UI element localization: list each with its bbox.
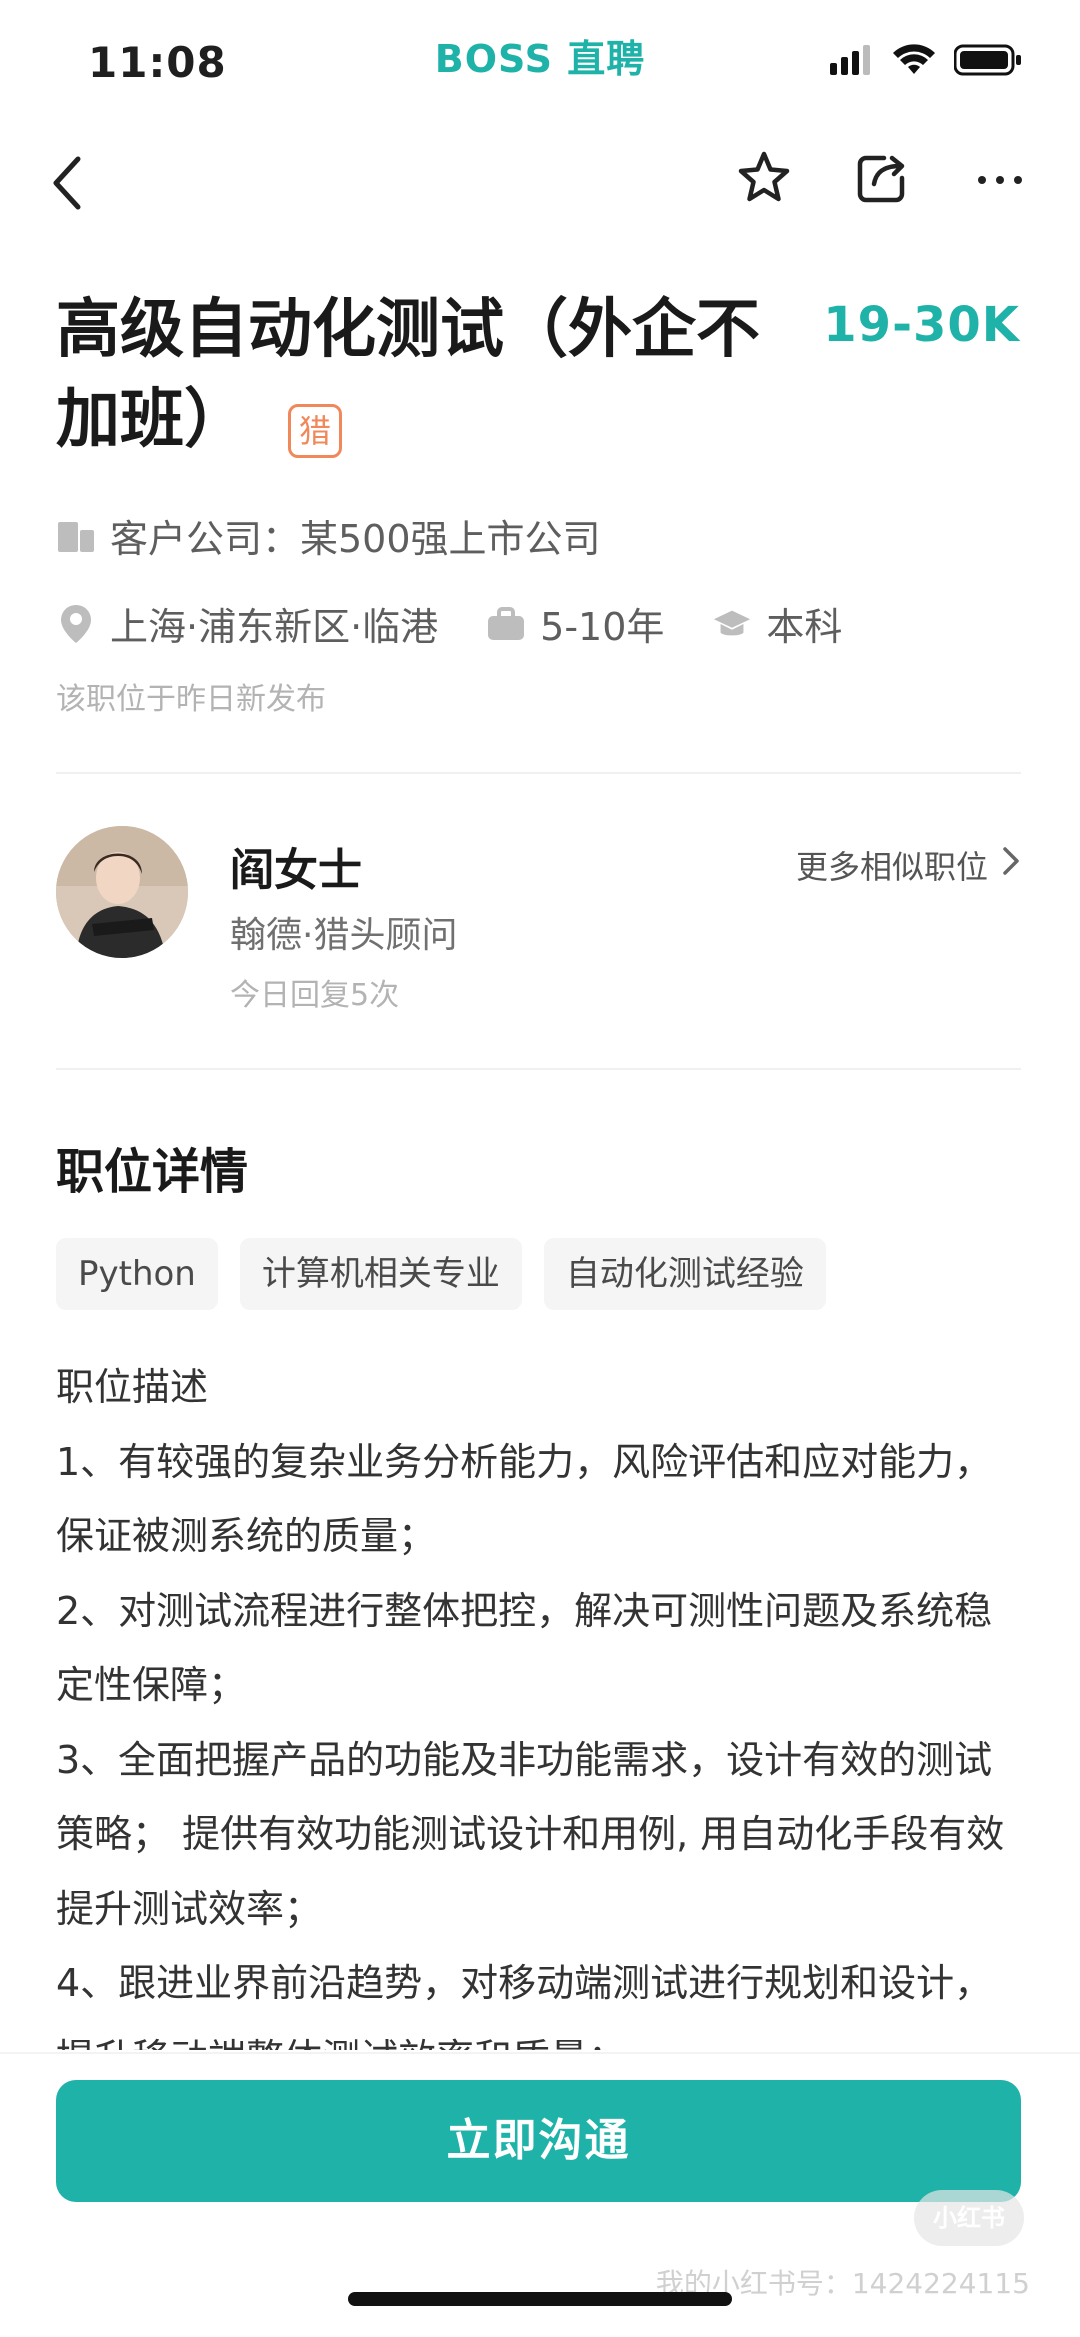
job-requirements-row: 上海·浦东新区·临港 5-10年 本科 (56, 596, 890, 651)
divider (56, 1068, 1021, 1070)
description-heading: 职位描述 (56, 1365, 209, 1409)
favorite-button[interactable] (734, 150, 794, 210)
location-text: 上海·浦东新区·临港 (110, 605, 439, 649)
hunter-badge: 猎 (288, 403, 342, 458)
building-icon (56, 516, 96, 556)
description-line: 1、有较强的复杂业务分析能力，风险评估和应对能力， 保证被测系统的质量； (56, 1439, 993, 1559)
more-similar-jobs-link[interactable]: 更多相似职位 (796, 842, 1020, 888)
company-row: 客户公司：某500强上市公司 (56, 508, 601, 563)
more-options-button[interactable] (970, 150, 1030, 210)
job-details-title: 职位详情 (56, 1144, 249, 1200)
job-title-block: 高级自动化测试（外企不加班）猎 (56, 285, 816, 465)
description-line: 3、全面把握产品的功能及非功能需求，设计有效的测试策略； 提供有效功能测试设计和… (56, 1737, 1005, 1931)
divider (56, 772, 1021, 774)
education-text: 本科 (766, 605, 843, 649)
more-dots-icon (976, 171, 1024, 190)
status-bar: 11:08 BOSS 直聘 (0, 0, 1080, 120)
wifi-icon (892, 44, 936, 80)
job-detail-page: 11:08 BOSS 直聘 高级自动化测试（外企不加班） 猎 19-30K 客户… (0, 0, 1080, 2337)
skill-tag: 计算机相关专业 (239, 1238, 522, 1310)
recruiter-reply-info: 今日回复5次 (230, 978, 400, 1013)
job-description: 职位描述 1、有较强的复杂业务分析能力，风险评估和应对能力， 保证被测系统的质量… (56, 1350, 1026, 2050)
more-similar-jobs-label: 更多相似职位 (795, 848, 988, 886)
nav-actions (734, 150, 1030, 210)
watermark-logo: 小红书 (914, 2190, 1024, 2246)
home-indicator[interactable] (348, 2292, 732, 2306)
share-icon (854, 150, 910, 210)
salary: 19-30K (823, 297, 1020, 353)
signal-icon (830, 45, 874, 79)
share-button[interactable] (852, 150, 912, 210)
recruiter-avatar[interactable] (56, 826, 188, 958)
briefcase-icon (486, 604, 526, 644)
recruiter-name: 阎女士 (230, 845, 362, 896)
company-label: 客户公司：某500强上市公司 (110, 517, 601, 561)
chat-now-button[interactable]: 立即沟通 (56, 2080, 1021, 2202)
description-line: 2、对测试流程进行整体把控，解决可测性问题及系统稳定性保障； (56, 1588, 993, 1708)
star-icon (735, 149, 793, 211)
back-button[interactable] (48, 150, 118, 220)
published-time: 该职位于昨日新发布 (56, 682, 326, 717)
top-nav (0, 140, 1080, 230)
chevron-right-icon (1002, 846, 1020, 884)
skill-tag: Python (56, 1238, 218, 1310)
experience-text: 5-10年 (540, 605, 665, 649)
skill-tags: Python 计算机相关专业 自动化测试经验 (56, 1238, 826, 1310)
education-item: 本科 (712, 596, 842, 651)
location-pin-icon (56, 604, 96, 644)
description-line: 4、跟进业界前沿趋势，对移动端测试进行规划和设计，提升移动端整体测试效率和质量； (56, 1961, 993, 2050)
status-icons (830, 44, 1022, 80)
back-arrow-icon (48, 153, 88, 217)
recruiter-company-role: 翰德·猎头顾问 (230, 915, 458, 956)
graduation-cap-icon (712, 604, 752, 644)
location-item: 上海·浦东新区·临港 (56, 596, 438, 651)
skill-tag: 自动化测试经验 (543, 1238, 826, 1310)
experience-item: 5-10年 (486, 596, 664, 651)
job-title: 高级自动化测试（外企不加班） (56, 293, 760, 457)
battery-icon (953, 44, 1022, 80)
